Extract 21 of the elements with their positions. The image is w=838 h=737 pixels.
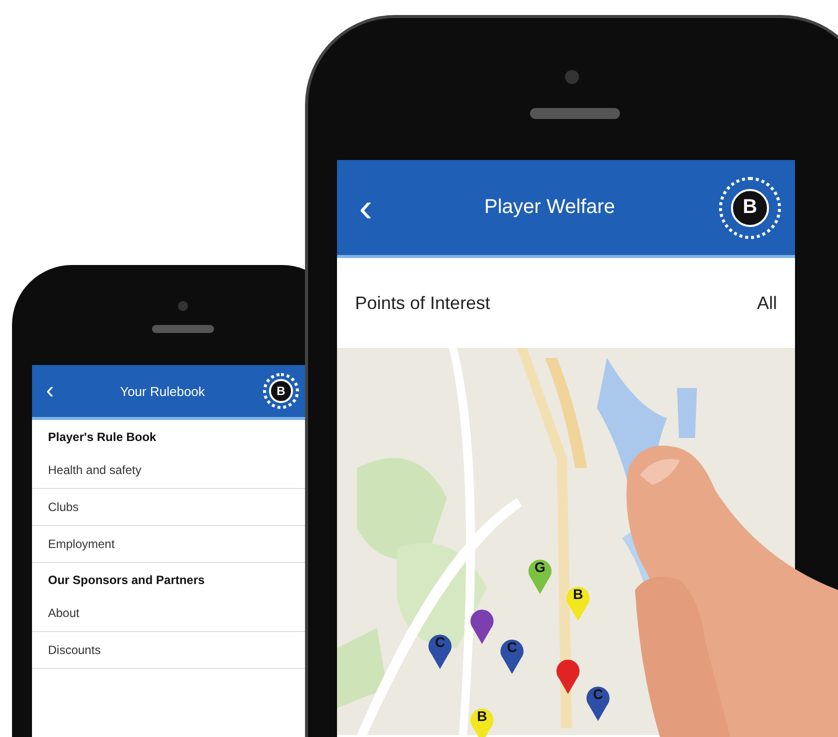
speaker-icon — [152, 325, 214, 333]
camera-icon — [178, 301, 188, 311]
speaker-icon — [530, 108, 620, 119]
section-heading: Player's Rule Book — [47, 429, 158, 446]
pin-letter: B — [572, 586, 584, 602]
camera-icon — [565, 70, 579, 84]
back-button[interactable]: ‹ — [351, 188, 380, 228]
pin-letter: C — [592, 686, 604, 702]
logo-letter: B — [269, 379, 293, 403]
filter-row[interactable]: Points of Interest All — [337, 258, 795, 348]
pin-letter: B — [476, 708, 488, 724]
screen-title: Your Rulebook — [119, 384, 206, 398]
pin-letter: C — [434, 634, 446, 650]
filter-value: All — [756, 292, 777, 314]
filter-label: Points of Interest — [355, 292, 490, 314]
back-button[interactable]: ‹ — [38, 379, 62, 403]
pin-letter: G — [534, 559, 546, 575]
logo-letter: B — [731, 188, 769, 226]
pin-letter: C — [506, 639, 518, 655]
screen-title: Player Welfare — [483, 196, 616, 219]
section-heading: Our Sponsors and Partners — [47, 572, 206, 589]
